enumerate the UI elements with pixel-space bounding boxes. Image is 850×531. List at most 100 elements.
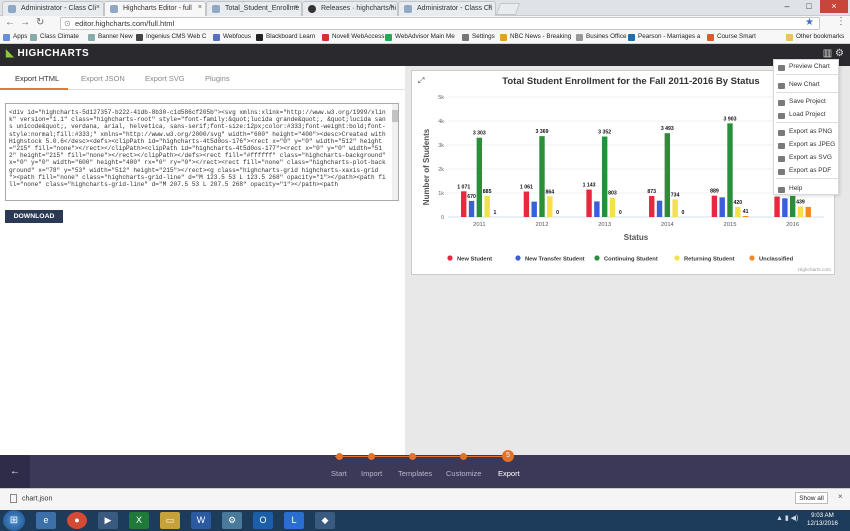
stepper-line: [335, 456, 511, 457]
tab-export-json[interactable]: Export JSON: [81, 74, 125, 83]
step-export[interactable]: Export: [498, 469, 520, 478]
media-player-icon[interactable]: ▶: [98, 512, 118, 529]
close-icon[interactable]: ×: [390, 4, 394, 11]
chart-title: Total Student Enrollment for the Fall 20…: [502, 76, 759, 87]
expand-icon: ⤢: [417, 76, 424, 85]
bookmark-item[interactable]: Course Smart: [707, 33, 756, 41]
bookmark-item[interactable]: Novell WebAccess: [322, 33, 384, 41]
menu-item-load-project[interactable]: Load Project: [789, 111, 826, 118]
menu-item-export-svg[interactable]: Export as SVG: [789, 154, 832, 161]
url-text: editor.highcharts.com/full.html: [75, 19, 175, 28]
bookmark-item[interactable]: Webfocus: [213, 33, 251, 41]
app-icon[interactable]: ◆: [315, 512, 335, 529]
pdf-icon: [778, 169, 785, 175]
forward-arrow-icon[interactable]: →: [20, 17, 30, 28]
browser-tab[interactable]: Releases · highcharts/hi ×: [302, 1, 398, 16]
chart-preview: ⤢ Total Student Enrollment for the Fall 2…: [411, 70, 835, 275]
close-icon[interactable]: ×: [488, 4, 492, 11]
downloaded-file[interactable]: chart.json: [10, 494, 52, 503]
minimize-icon[interactable]: –: [776, 0, 798, 13]
window-close-icon[interactable]: ×: [820, 0, 848, 13]
bookmark-item[interactable]: NBC News - Breaking: [500, 33, 571, 41]
menu-item-preview-chart[interactable]: Preview Chart: [789, 63, 830, 70]
browser-tab-strip: Administrator - Class Cli × Highcharts Ed…: [0, 0, 850, 16]
browser-tab[interactable]: Total_Student_Enrollme ×: [206, 1, 302, 16]
step-templates[interactable]: Templates: [398, 469, 432, 478]
step-dot[interactable]: [336, 453, 343, 460]
menu-item-export-pdf[interactable]: Export as PDF: [789, 167, 831, 174]
menu-item-help[interactable]: Help: [789, 185, 802, 192]
tab-export-html[interactable]: Export HTML: [15, 74, 59, 83]
menu-item-export-png[interactable]: Export as PNG: [789, 128, 832, 135]
excel-icon[interactable]: X: [129, 512, 149, 529]
close-icon[interactable]: ×: [838, 492, 843, 501]
bookmark-item[interactable]: Class Climate: [30, 33, 79, 41]
menu-item-export-jpeg[interactable]: Export as JPEG: [789, 141, 835, 148]
gear-icon[interactable]: ⚙: [835, 48, 844, 59]
clock-time: 9:03 AM: [811, 512, 834, 519]
close-icon[interactable]: ×: [96, 4, 100, 11]
data-label: 3 903: [724, 116, 737, 122]
bookmark-item[interactable]: WebAdvisor Main Me: [385, 33, 455, 41]
export-code-textarea[interactable]: <div id="highcharts-5d127357-b222-41db-8…: [5, 103, 399, 201]
step-dot[interactable]: [409, 453, 416, 460]
legend-marker: [594, 255, 600, 261]
close-icon[interactable]: ×: [198, 4, 202, 11]
back-arrow-icon[interactable]: ←: [5, 17, 15, 28]
preview-icon: [778, 65, 785, 71]
code-scrollbar[interactable]: [392, 104, 398, 200]
legend-item: Unclassified: [759, 257, 794, 263]
chrome-icon[interactable]: ●: [67, 512, 87, 529]
outlook-icon[interactable]: O: [253, 512, 273, 529]
bookmark-item[interactable]: Blackboard Learn: [256, 33, 315, 41]
active-tab-indicator: [0, 88, 68, 90]
step-dot[interactable]: [460, 453, 467, 460]
menu-item-save-project[interactable]: Save Project: [789, 98, 826, 105]
data-label: 3 493: [661, 126, 674, 132]
tab-export-svg[interactable]: Export SVG: [145, 74, 185, 83]
bookmark-item[interactable]: Pearson - Marriages a: [628, 33, 700, 41]
bookmark-item[interactable]: Settings: [462, 33, 495, 41]
menu-item-new-chart[interactable]: New Chart: [789, 81, 820, 88]
address-bar[interactable]: ⊙ editor.highcharts.com/full.html: [60, 17, 820, 30]
settings-icon[interactable]: ⚙: [222, 512, 242, 529]
step-dot-active[interactable]: 5: [502, 450, 514, 462]
word-icon[interactable]: W: [191, 512, 211, 529]
back-button[interactable]: ←: [0, 455, 30, 488]
bookmark-item[interactable]: Busines Office: [576, 33, 626, 41]
browser-tab[interactable]: Administrator - Class Cli ×: [2, 1, 104, 16]
system-tray[interactable]: ▲ ▮ ◀): [776, 514, 798, 522]
x-tick-label: 2014: [661, 222, 675, 228]
bookmark-item[interactable]: Ingenius CMS Web C: [136, 33, 206, 41]
browser-tab[interactable]: Administrator - Class Cli ×: [398, 1, 496, 16]
bar: [476, 137, 483, 217]
step-customize[interactable]: Customize: [446, 469, 481, 478]
clock-date: 12/13/2016: [807, 520, 838, 527]
step-import[interactable]: Import: [361, 469, 382, 478]
data-label: 873: [647, 189, 656, 195]
data-label: 0: [619, 210, 622, 216]
bookmark-star-icon[interactable]: ★: [805, 17, 814, 28]
tab-title: Total_Student_Enrollme: [225, 5, 300, 12]
tab-plugins[interactable]: Plugins: [205, 74, 230, 83]
reload-icon[interactable]: ↻: [36, 17, 44, 28]
ie-icon[interactable]: e: [36, 512, 56, 529]
bar: [797, 206, 804, 217]
bookmark-item[interactable]: Apps: [3, 33, 27, 41]
folder-icon[interactable]: ▭: [160, 512, 180, 529]
chart-icon[interactable]: ▥: [823, 48, 832, 59]
close-icon[interactable]: ×: [294, 4, 298, 11]
maximize-icon[interactable]: □: [798, 0, 820, 13]
download-button[interactable]: DOWNLOAD: [5, 210, 63, 223]
bookmark-item[interactable]: Banner New: [88, 33, 133, 41]
show-all-button[interactable]: Show all: [795, 492, 828, 504]
chrome-menu-icon[interactable]: ⋮: [836, 16, 846, 27]
bookmark-folder[interactable]: Other bookmarks: [786, 33, 844, 41]
lync-icon[interactable]: L: [284, 512, 304, 529]
start-button[interactable]: ⊞: [3, 510, 25, 531]
bar: [468, 200, 475, 217]
browser-tab[interactable]: Highcharts Editor - full ×: [104, 1, 206, 16]
step-dot[interactable]: [368, 453, 375, 460]
scrollbar-thumb[interactable]: [392, 110, 398, 122]
step-start[interactable]: Start: [331, 469, 347, 478]
